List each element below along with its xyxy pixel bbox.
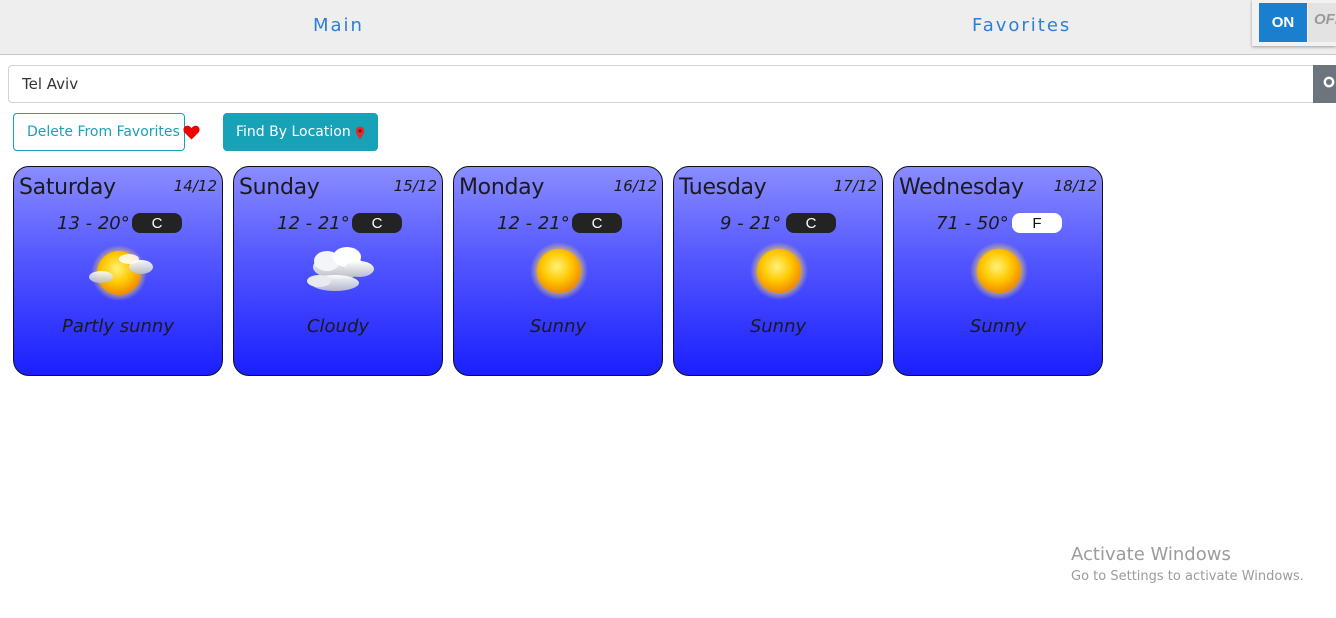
weather-description: Sunny bbox=[969, 316, 1027, 337]
temperature-range: 71 - 50° bbox=[936, 213, 1009, 234]
forecast-date: 14/12 bbox=[173, 177, 217, 195]
nav-favorites-link[interactable]: Favorites bbox=[972, 15, 1071, 36]
top-nav: Main Favorites bbox=[0, 0, 1336, 55]
map-pin-icon bbox=[355, 126, 365, 140]
day-name: Tuesday bbox=[679, 175, 767, 200]
day-name: Saturday bbox=[19, 175, 116, 200]
activate-windows-subtitle: Go to Settings to activate Windows. bbox=[1071, 569, 1304, 584]
city-search-input[interactable] bbox=[8, 65, 1314, 103]
weather-description: Sunny bbox=[749, 316, 807, 337]
delete-from-favorites-label: Delete From Favorites bbox=[27, 124, 180, 140]
forecast-card-tuesday: Tuesday 17/12 9 - 21° C Sunny bbox=[673, 166, 883, 376]
activate-windows-title: Activate Windows bbox=[1071, 544, 1231, 565]
find-by-location-label: Find By Location bbox=[236, 124, 351, 140]
temperature-unit-badge: C bbox=[786, 213, 836, 233]
temperature-unit-badge: C bbox=[132, 213, 182, 233]
forecast-date: 18/12 bbox=[1053, 177, 1097, 195]
weather-description: Sunny bbox=[529, 316, 587, 337]
temperature-unit-badge: C bbox=[572, 213, 622, 233]
search-button[interactable] bbox=[1313, 65, 1336, 103]
temperature-range: 12 - 21° bbox=[277, 213, 350, 234]
sunny-icon bbox=[970, 242, 1028, 300]
sunny-icon bbox=[530, 242, 588, 300]
toggle-off-label[interactable]: OFF bbox=[1308, 3, 1336, 42]
forecast-card-sunday: Sunday 15/12 12 - 21° C Cloudy bbox=[233, 166, 443, 376]
forecast-card-monday: Monday 16/12 12 - 21° C Sunny bbox=[453, 166, 663, 376]
cloudy-icon bbox=[307, 247, 374, 291]
day-name: Wednesday bbox=[899, 175, 1024, 200]
temperature-range: 13 - 20° bbox=[57, 213, 130, 234]
weather-description: Partly sunny bbox=[62, 316, 174, 337]
temperature-unit-badge: C bbox=[352, 213, 402, 233]
temperature-unit-badge: F bbox=[1012, 213, 1062, 233]
day-name: Sunday bbox=[239, 175, 320, 200]
day-name: Monday bbox=[459, 175, 545, 200]
temperature-range: 12 - 21° bbox=[497, 213, 570, 234]
nav-main-link[interactable]: Main bbox=[313, 15, 364, 36]
forecast-date: 16/12 bbox=[613, 177, 657, 195]
partly-sunny-icon bbox=[89, 245, 153, 301]
search-icon bbox=[1323, 76, 1335, 88]
find-by-location-button[interactable]: Find By Location bbox=[223, 113, 378, 151]
forecast-date: 15/12 bbox=[393, 177, 437, 195]
unit-toggle-switch[interactable]: ON OFF bbox=[1252, 0, 1336, 46]
weather-description: Cloudy bbox=[306, 316, 370, 337]
temperature-range: 9 - 21° bbox=[720, 213, 782, 234]
forecast-card-wednesday: Wednesday 18/12 71 - 50° F Sunny bbox=[893, 166, 1103, 376]
sunny-icon bbox=[750, 242, 808, 300]
forecast-date: 17/12 bbox=[833, 177, 877, 195]
heart-icon bbox=[183, 125, 200, 140]
delete-from-favorites-button[interactable]: Delete From Favorites bbox=[13, 113, 200, 151]
forecast-card-saturday: Saturday 14/12 13 - 20° C Partly sunny bbox=[13, 166, 223, 376]
toggle-on-label[interactable]: ON bbox=[1259, 3, 1307, 42]
